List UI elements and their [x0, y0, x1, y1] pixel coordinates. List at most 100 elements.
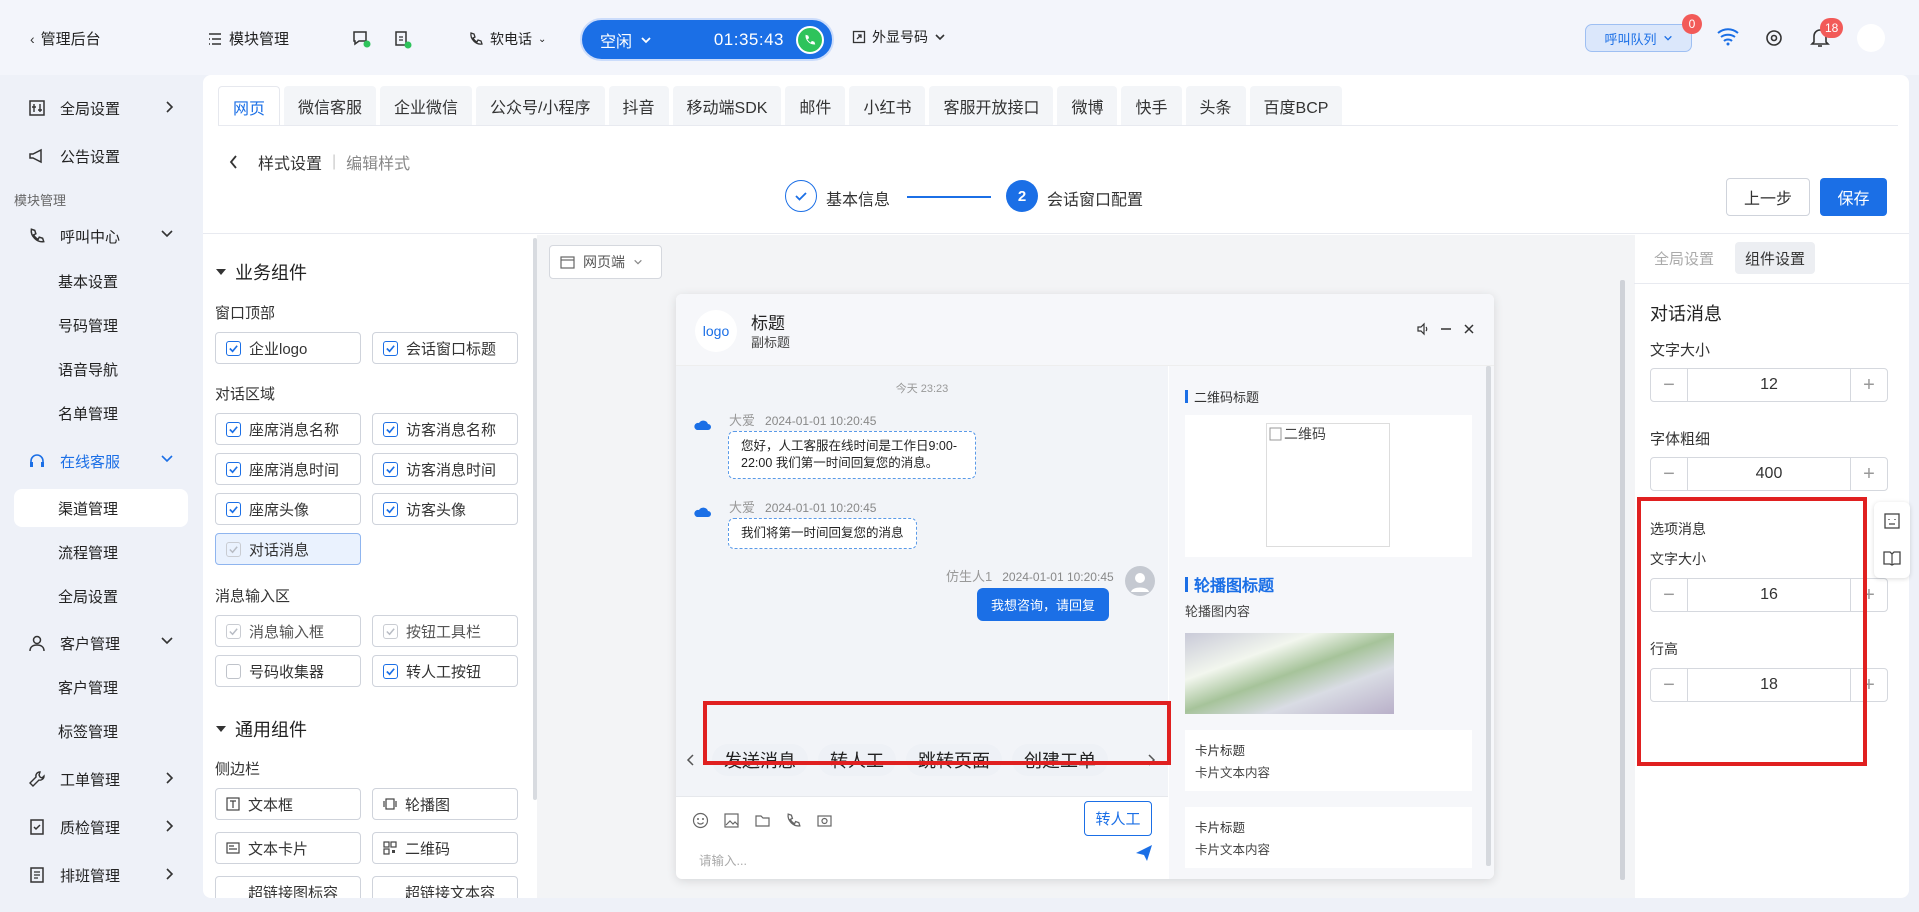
phone-icon[interactable]	[785, 812, 802, 829]
checkbox-enterprise-logo[interactable]: 企业logo	[215, 332, 361, 364]
minus-icon[interactable]: −	[1651, 458, 1687, 490]
back-chevron-icon[interactable]	[228, 154, 240, 170]
sidebar-item-customer[interactable]: 客户管理	[14, 622, 188, 664]
component-textbox[interactable]: 文本框	[215, 788, 361, 820]
checkbox-number-collector[interactable]: 号码收集器	[215, 655, 361, 687]
image-icon[interactable]	[723, 812, 740, 829]
component-text-card[interactable]: 文本卡片	[215, 832, 361, 864]
side-panel-scrollbar[interactable]	[1486, 366, 1491, 866]
tab-douyin[interactable]: 抖音	[608, 86, 669, 126]
save-button[interactable]: 保存	[1820, 178, 1887, 216]
checkbox-agent-time[interactable]: 座席消息时间	[215, 453, 361, 485]
sidebar-item-call-center[interactable]: 呼叫中心	[14, 215, 188, 257]
chat-status-icon[interactable]	[350, 28, 372, 50]
sidebar-subitem-basic-settings[interactable]: 基本设置	[14, 262, 188, 300]
checked-icon	[383, 461, 398, 477]
clipboard-status-icon[interactable]	[392, 28, 414, 50]
volume-icon[interactable]	[1416, 322, 1430, 336]
settings-sync-icon[interactable]	[1764, 28, 1784, 48]
checkbox-input-box[interactable]: 消息输入框	[215, 615, 361, 647]
tab-web[interactable]: 网页	[218, 86, 281, 126]
tab-email[interactable]: 邮件	[785, 86, 846, 126]
tab-global-settings[interactable]: 全局设置	[1654, 248, 1714, 269]
sidebar-subitem-list-manage[interactable]: 名单管理	[14, 394, 188, 432]
tab-baidu-bcp[interactable]: 百度BCP	[1249, 86, 1343, 126]
sidebar-subitem-online-global[interactable]: 全局设置	[14, 577, 188, 615]
font-size-value[interactable]: 12	[1687, 369, 1851, 401]
tab-component-settings[interactable]: 组件设置	[1735, 242, 1816, 274]
sidebar-subitem-customer-manage[interactable]: 客户管理	[14, 668, 188, 706]
back-to-admin-link[interactable]: ‹ 管理后台	[30, 28, 101, 49]
biz-components-header[interactable]: 业务组件	[215, 259, 307, 285]
video-icon[interactable]	[816, 812, 833, 829]
sidebar-item-announcement[interactable]: 公告设置	[14, 135, 188, 177]
window-header-label: 窗口顶部	[215, 305, 276, 322]
answer-phone-button[interactable]	[796, 25, 824, 54]
device-select[interactable]: 网页端	[549, 245, 662, 279]
checkbox-window-title[interactable]: 会话窗口标题	[372, 332, 518, 364]
common-components-header[interactable]: 通用组件	[215, 716, 307, 742]
visitor-message-bubble: 我想咨询，请回复	[977, 588, 1110, 621]
tab-xiaohongshu[interactable]: 小红书	[849, 86, 926, 126]
plus-icon[interactable]: +	[1851, 369, 1887, 401]
chevron-left-icon[interactable]	[686, 753, 696, 767]
sidebar-item-ticket[interactable]: 工单管理	[14, 758, 188, 800]
sidebar-subitem-tag-manage[interactable]: 标签管理	[14, 712, 188, 750]
wifi-icon[interactable]	[1716, 26, 1740, 46]
checkbox-transfer-button[interactable]: 转人工按钮	[372, 655, 518, 687]
checkbox-chat-message[interactable]: 对话消息	[215, 533, 361, 565]
tab-mobile-sdk[interactable]: 移动端SDK	[672, 86, 782, 126]
sidebar-item-schedule[interactable]: 排班管理	[14, 854, 188, 896]
message-input[interactable]: 请输入...	[699, 850, 747, 869]
tab-open-api[interactable]: 客服开放接口	[929, 86, 1054, 126]
sidebar-subitem-ivr[interactable]: 语音导航	[14, 350, 188, 388]
checkbox-agent-name[interactable]: 座席消息名称	[215, 413, 361, 445]
sidebar-item-quality[interactable]: 质检管理	[14, 806, 188, 848]
sidebar-subitem-flow-manage[interactable]: 流程管理	[14, 533, 188, 571]
transfer-human-button[interactable]: 转人工	[1084, 801, 1152, 836]
component-carousel[interactable]: 轮播图	[372, 788, 518, 820]
section-title: 对话消息	[1650, 304, 1722, 324]
checkbox-agent-avatar[interactable]: 座席头像	[215, 493, 361, 525]
folder-icon[interactable]	[754, 812, 771, 829]
component-link-text-container[interactable]: 超链接文本容	[372, 876, 518, 898]
module-manage-link[interactable]: 模块管理	[207, 28, 289, 49]
minus-icon[interactable]: −	[1651, 369, 1687, 401]
avatar[interactable]	[1857, 24, 1885, 52]
checkbox-visitor-avatar[interactable]: 访客头像	[372, 493, 518, 525]
emoji-icon[interactable]	[692, 812, 709, 829]
breadcrumb-parent[interactable]: 样式设置	[258, 150, 322, 174]
qr-section-title: 二维码标题	[1185, 387, 1259, 406]
tab-official-account[interactable]: 公众号/小程序	[476, 86, 605, 126]
sidebar-item-global-settings[interactable]: 全局设置	[14, 87, 188, 129]
tab-kuaishou[interactable]: 快手	[1121, 86, 1182, 126]
plus-icon[interactable]: +	[1851, 458, 1887, 490]
tab-wechat-service[interactable]: 微信客服	[284, 86, 377, 126]
font-size-stepper[interactable]: − 12 +	[1650, 368, 1888, 402]
checkbox-visitor-name[interactable]: 访客消息名称	[372, 413, 518, 445]
tab-weibo[interactable]: 微博	[1057, 86, 1118, 126]
minimize-icon[interactable]	[1439, 322, 1453, 336]
sidebar-item-online-service[interactable]: 在线客服	[14, 440, 188, 482]
tab-wecom[interactable]: 企业微信	[380, 86, 473, 126]
outbound-number-dropdown[interactable]: 外显号码	[852, 27, 946, 47]
font-weight-stepper[interactable]: − 400 +	[1650, 457, 1888, 491]
close-icon[interactable]	[1462, 322, 1476, 336]
font-weight-value[interactable]: 400	[1687, 458, 1851, 490]
robot-icon[interactable]	[1883, 512, 1901, 530]
caret-down-icon	[216, 726, 226, 732]
call-queue-dropdown[interactable]: 呼叫队列	[1585, 24, 1692, 52]
send-icon[interactable]	[1134, 843, 1154, 863]
book-icon[interactable]	[1883, 550, 1901, 566]
checkbox-toolbar[interactable]: 按钮工具栏	[372, 615, 518, 647]
checkbox-visitor-time[interactable]: 访客消息时间	[372, 453, 518, 485]
tab-toutiao[interactable]: 头条	[1185, 86, 1246, 126]
sidebar-subitem-channel-manage[interactable]: 渠道管理	[14, 489, 188, 527]
component-qrcode[interactable]: 二维码	[372, 832, 518, 864]
softphone-dropdown[interactable]: 软电话 ⌄	[468, 29, 546, 49]
call-status-dropdown[interactable]: 空闲	[600, 28, 652, 52]
prev-step-button[interactable]: 上一步	[1726, 178, 1810, 216]
component-link-icon-container[interactable]: 超链接图标容	[215, 876, 361, 898]
preview-scrollbar[interactable]	[1620, 280, 1625, 880]
sidebar-subitem-number-manage[interactable]: 号码管理	[14, 306, 188, 344]
